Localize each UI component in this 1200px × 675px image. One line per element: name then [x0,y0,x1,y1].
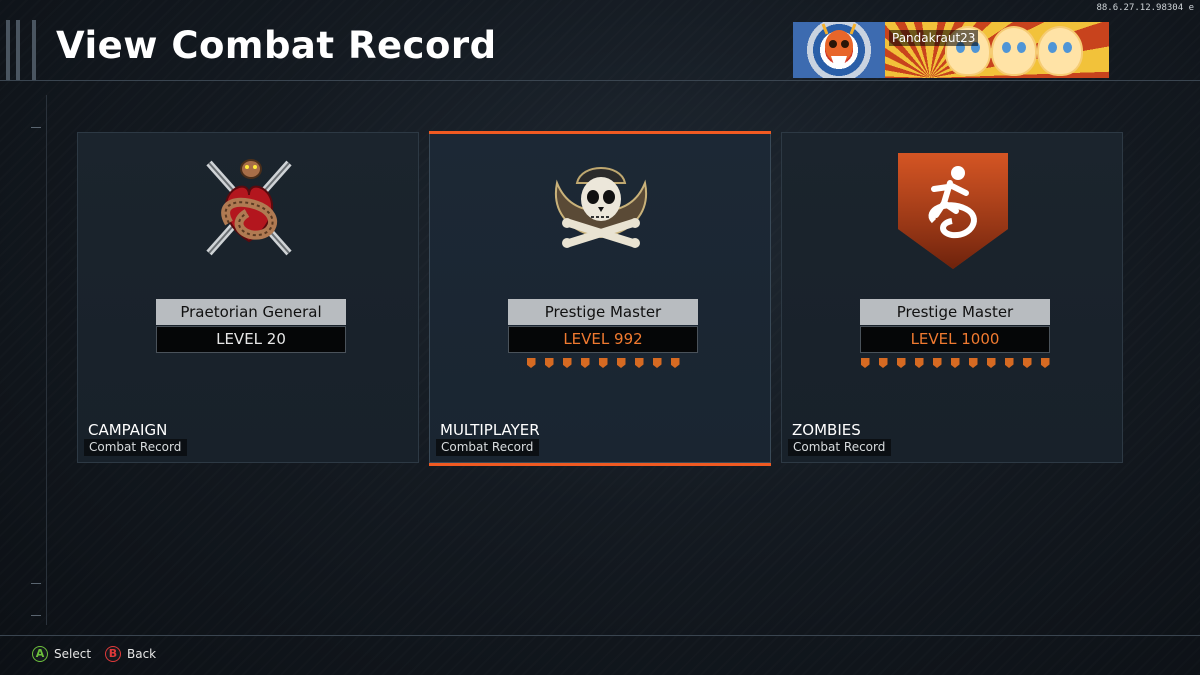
a-button-icon: A [32,646,48,662]
side-rail-decoration [31,95,51,625]
prestige-pip-icon [968,358,978,368]
prestige-pip-icon [652,358,662,368]
bracket-decoration [6,20,46,80]
level-display: LEVEL 20 [156,326,346,353]
multiplayer-card[interactable]: Prestige Master LEVEL 992 MULTIPLAYER Co… [429,131,771,466]
level-display: LEVEL 1000 [860,326,1050,353]
prestige-pip-icon [634,358,644,368]
chick-calling-card-icon[interactable]: Pandakraut23 [885,22,1109,78]
gamertag: Pandakraut23 [889,30,979,46]
prestige-pip-icon [1040,358,1050,368]
mode-name: MULTIPLAYER [440,421,540,439]
mode-subtitle: Combat Record [84,439,188,456]
snake-heart-icon [199,153,299,263]
prestige-pip-icon [932,358,942,368]
mode-name: CAMPAIGN [88,421,168,439]
prestige-pip-icon [526,358,536,368]
combat-record-screen: 88.6.27.12.98304 e View Combat Record Pa… [0,0,1200,675]
prestige-pip-icon [896,358,906,368]
back-prompt[interactable]: B Back [105,646,156,662]
prestige-pip-icon [914,358,924,368]
select-label: Select [54,647,92,661]
rank-title: Prestige Master [508,299,698,325]
prestige-pip-icon [878,358,888,368]
mode-subtitle: Combat Record [788,439,892,456]
back-label: Back [127,647,157,661]
prestige-pip-icon [670,358,680,368]
b-button-icon: B [105,646,121,662]
level-display: LEVEL 992 [508,326,698,353]
skull-crossbones-icon [551,153,651,263]
prestige-pip-icon [950,358,960,368]
prestige-pip-icon [860,358,870,368]
skull-emblem-icon [793,22,885,78]
prestige-pip-icon [562,358,572,368]
prestige-pip-icon [598,358,608,368]
runner-shield-icon [894,151,1012,271]
zombies-card[interactable]: Prestige Master LEVEL 1000 ZOMBIES Comba… [781,132,1123,463]
footer-divider [0,635,1200,636]
prestige-pip-icon [986,358,996,368]
rank-title: Praetorian General [156,299,346,325]
page-title: View Combat Record [56,24,497,67]
prestige-pip-icon [616,358,626,368]
prestige-pips [860,358,1050,370]
mode-subtitle: Combat Record [436,439,540,456]
prestige-pips [508,358,698,370]
campaign-card[interactable]: Praetorian General LEVEL 20 CAMPAIGN Com… [77,132,419,463]
select-prompt[interactable]: A Select [32,646,91,662]
prestige-pip-icon [544,358,554,368]
rank-title: Prestige Master [860,299,1050,325]
prestige-pip-icon [580,358,590,368]
prestige-pip-icon [1004,358,1014,368]
mode-name: ZOMBIES [792,421,861,439]
header-bar: View Combat Record Pandakraut23 [0,0,1200,81]
prestige-pip-icon [1022,358,1032,368]
